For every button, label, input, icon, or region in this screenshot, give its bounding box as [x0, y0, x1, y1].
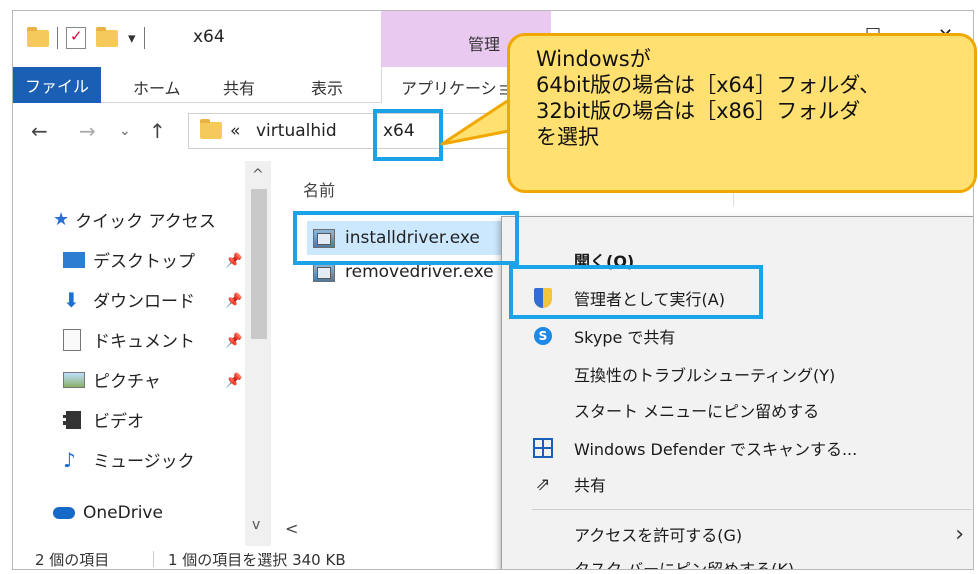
music-icon: ♪ — [63, 447, 76, 472]
cloud-icon — [53, 507, 75, 519]
column-header-name[interactable]: 名前 — [303, 177, 335, 201]
separator — [57, 27, 58, 49]
share-icon: ⇗ — [535, 473, 551, 495]
status-bar: 2 個の項目 1 個の項目を選択 340 KB — [13, 541, 513, 569]
scroll-left-icon[interactable]: < — [285, 519, 298, 538]
menu-item-skype-share[interactable]: S Skype で共有 — [502, 319, 973, 353]
menu-item-pin-start[interactable]: スタート メニューにピン留めする — [502, 393, 973, 427]
video-icon — [63, 410, 81, 429]
menu-item-defender-scan[interactable]: Windows Defender でスキャンする... — [502, 431, 973, 465]
nav-label: ドキュメント — [93, 332, 195, 352]
highlight-address-x64 — [373, 109, 443, 161]
forward-icon[interactable]: → — [79, 119, 96, 143]
new-folder-icon[interactable] — [96, 26, 118, 47]
nav-scrollbar-thumb[interactable] — [251, 189, 267, 339]
breadcrumb-virtualhid[interactable]: virtualhid — [256, 121, 337, 141]
pin-icon: 📌 — [225, 373, 243, 389]
menu-label: スタート メニューにピン留めする — [574, 402, 820, 421]
menu-item-compat-troubleshoot[interactable]: 互換性のトラブルシューティング(Y) — [502, 357, 973, 391]
status-separator — [153, 551, 154, 567]
nav-label: デスクトップ — [93, 252, 195, 272]
status-item-count: 2 個の項目 — [35, 551, 110, 569]
nav-label: ミュージック — [93, 452, 195, 472]
callout-line: 64bit版の場合は［x64］フォルダ、 — [536, 73, 881, 97]
skype-icon: S — [532, 325, 554, 347]
submenu-arrow-icon: › — [955, 521, 964, 547]
menu-label: Windows Defender でスキャンする... — [574, 440, 858, 459]
desktop-icon — [63, 251, 85, 268]
download-icon: ⬇ — [63, 287, 80, 312]
scroll-up-icon[interactable]: ^ — [252, 167, 264, 183]
tab-view[interactable]: 表示 — [311, 75, 343, 99]
pin-icon: 📌 — [225, 333, 243, 349]
star-icon: ★ — [53, 209, 70, 230]
properties-icon[interactable] — [66, 27, 86, 49]
nav-item-onedrive[interactable]: OneDrive — [53, 503, 163, 523]
callout-note: Windowsが 64bit版の場合は［x64］フォルダ、 32bit版の場合は… — [507, 33, 977, 193]
address-folder-icon — [200, 119, 222, 139]
nav-label: クイック アクセス — [75, 212, 216, 232]
menu-label: タスク バーにピン留めする(K) — [574, 560, 795, 570]
nav-item-documents[interactable]: ドキュメント — [63, 327, 195, 352]
picture-icon — [63, 371, 85, 388]
customize-qat-icon[interactable]: ▾ — [128, 29, 136, 47]
quick-access-toolbar: ▾ — [27, 26, 153, 49]
nav-item-videos[interactable]: ビデオ — [63, 407, 144, 432]
back-icon[interactable]: ← — [31, 119, 48, 143]
callout-line: Windowsが — [536, 47, 651, 71]
pin-icon: 📌 — [225, 253, 243, 269]
menu-label: 互換性のトラブルシューティング(Y) — [574, 366, 836, 385]
separator — [143, 27, 145, 49]
nav-label: OneDrive — [83, 503, 163, 523]
nav-label: ダウンロード — [93, 292, 195, 312]
menu-item-pin-taskbar[interactable]: タスク バーにピン留めする(K) — [502, 551, 973, 570]
menu-item-give-access[interactable]: アクセスを許可する(G) › — [502, 517, 973, 551]
folder-icon[interactable] — [27, 26, 49, 47]
nav-label: ピクチャ — [93, 372, 161, 392]
nav-quick-access[interactable]: ★ クイック アクセス — [53, 207, 216, 232]
navigation-pane: ★ クイック アクセス デスクトップ 📌 ⬇ ダウンロード 📌 ドキュメント 📌… — [13, 161, 273, 541]
tab-share[interactable]: 共有 — [223, 75, 255, 99]
defender-icon — [532, 437, 554, 459]
exe-icon — [313, 262, 335, 282]
nav-item-downloads[interactable]: ⬇ ダウンロード — [63, 287, 195, 313]
up-icon[interactable]: ↑ — [149, 119, 166, 143]
tab-file[interactable]: ファイル — [13, 67, 101, 103]
address-overflow-chevron[interactable]: « — [230, 121, 240, 141]
callout-line: 32bit版の場合は［x86］フォルダ — [536, 99, 861, 123]
nav-item-pictures[interactable]: ピクチャ — [63, 367, 161, 392]
status-selection: 1 個の項目を選択 340 KB — [168, 551, 346, 569]
nav-item-desktop[interactable]: デスクトップ — [63, 247, 195, 272]
document-icon — [63, 328, 81, 351]
manage-tab[interactable]: 管理 — [468, 31, 500, 55]
highlight-run-as-admin — [509, 265, 763, 319]
recent-locations-icon[interactable]: ⌄ — [119, 123, 131, 139]
nav-item-music[interactable]: ♪ ミュージック — [63, 447, 195, 473]
tab-home[interactable]: ホーム — [133, 75, 181, 99]
scroll-down-icon[interactable]: v — [252, 517, 260, 533]
file-name: removedriver.exe — [345, 262, 494, 282]
menu-label: Skype で共有 — [574, 328, 676, 347]
callout-line: を選択 — [536, 125, 599, 149]
menu-label: アクセスを許可する(G) — [574, 526, 743, 545]
menu-item-share[interactable]: ⇗ 共有 — [502, 467, 973, 501]
window-title: x64 — [193, 27, 225, 47]
pin-icon: 📌 — [225, 293, 243, 309]
highlight-installdriver — [293, 211, 519, 265]
menu-separator — [532, 509, 972, 510]
nav-label: ビデオ — [93, 412, 144, 432]
menu-label: 共有 — [574, 476, 607, 495]
